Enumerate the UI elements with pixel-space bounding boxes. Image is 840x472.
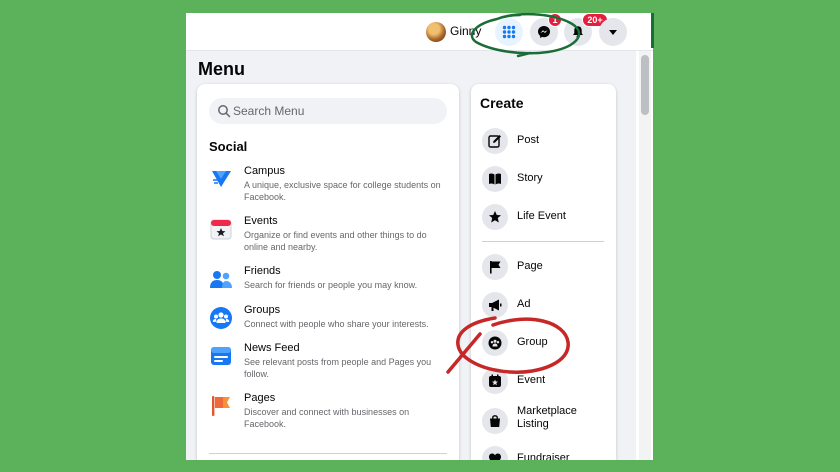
create-item-label: Fundraiser	[517, 452, 570, 460]
pages-icon	[212, 396, 230, 416]
social-item-desc: A unique, exclusive space for college st…	[244, 180, 441, 202]
create-item-label: Group	[517, 336, 548, 348]
social-item-name: Friends	[244, 265, 281, 277]
star-icon	[482, 204, 508, 230]
create-ad-item[interactable]: Ad	[482, 290, 612, 320]
search-icon	[218, 105, 231, 118]
calendar-icon	[482, 368, 508, 394]
create-life-event-item[interactable]: Life Event	[482, 202, 612, 232]
social-item-name: Pages	[244, 392, 276, 404]
create-item-label: Story	[517, 172, 543, 184]
social-item-desc: Organize or find events and other things…	[244, 230, 427, 252]
create-page-item[interactable]: Page	[482, 252, 612, 282]
create-item-label: Page	[517, 260, 543, 272]
edit-icon	[482, 128, 508, 154]
social-item-friends[interactable]: Friends Search for friends or people you…	[204, 265, 444, 295]
social-item-name: Events	[244, 215, 278, 227]
top-navigation-bar: Ginny 1 20+	[186, 13, 653, 51]
social-item-desc: Search for friends or people you may kno…	[244, 280, 418, 290]
create-title: Create	[480, 95, 524, 111]
create-marketplace-listing-item[interactable]: Marketplace Listing	[482, 404, 612, 440]
shopping-bag-icon	[482, 408, 508, 434]
create-post-item[interactable]: Post	[482, 126, 612, 156]
avatar[interactable]	[426, 22, 446, 42]
social-item-name: News Feed	[244, 342, 300, 354]
window-edge	[651, 13, 654, 48]
social-item-groups[interactable]: Groups Connect with people who share you…	[204, 304, 444, 334]
create-item-label: Life Event	[517, 210, 566, 222]
caret-down-icon	[609, 30, 617, 35]
campus-icon	[212, 171, 231, 187]
social-item-events[interactable]: Events Organize or find events and other…	[204, 215, 444, 255]
create-divider	[482, 241, 604, 242]
create-item-label: Marketplace Listing	[517, 405, 577, 430]
create-item-label: Ad	[517, 298, 531, 310]
profile-name[interactable]: Ginny	[450, 24, 481, 38]
create-event-item[interactable]: Event	[482, 366, 612, 396]
account-button[interactable]	[599, 18, 627, 46]
social-item-desc: Connect with people who share your inter…	[244, 319, 429, 329]
news-feed-icon	[211, 347, 231, 365]
book-icon	[482, 166, 508, 192]
messenger-badge: 1	[548, 13, 562, 27]
grid-menu-icon	[502, 25, 516, 39]
menu-title: Menu	[198, 59, 245, 79]
section-divider	[209, 453, 447, 454]
flag-icon	[482, 254, 508, 280]
social-item-news-feed[interactable]: News Feed See relevant posts from people…	[204, 342, 444, 382]
social-item-desc: See relevant posts from people and Pages…	[244, 357, 432, 379]
social-item-desc: Discover and connect with businesses on …	[244, 407, 410, 429]
create-fundraiser-item[interactable]: Fundraiser	[482, 444, 612, 460]
facebook-window: Ginny 1 20+ Menu Search Menu Social Camp…	[186, 13, 653, 460]
groups-icon	[210, 307, 232, 329]
create-group-item[interactable]: Group	[482, 328, 612, 358]
social-section-title: Social	[209, 139, 248, 154]
create-item-label: Post	[517, 134, 540, 146]
social-item-pages[interactable]: Pages Discover and connect with business…	[204, 392, 444, 432]
create-story-item[interactable]: Story	[482, 164, 612, 194]
megaphone-icon	[482, 292, 508, 318]
social-item-name: Campus	[244, 165, 285, 177]
search-field[interactable]	[209, 98, 447, 124]
events-icon	[210, 219, 232, 240]
scrollbar[interactable]	[639, 51, 651, 460]
group-icon	[482, 330, 508, 356]
scrollbar-thumb[interactable]	[641, 55, 649, 115]
create-item-label: Event	[517, 374, 546, 386]
social-item-name: Groups	[244, 304, 281, 316]
messenger-icon	[538, 26, 550, 38]
friends-icon	[210, 271, 232, 288]
social-item-campus[interactable]: Campus A unique, exclusive space for col…	[204, 165, 444, 205]
heart-icon	[482, 446, 508, 460]
menu-button[interactable]	[495, 18, 523, 46]
bell-icon	[573, 26, 583, 38]
search-input[interactable]	[233, 98, 433, 124]
